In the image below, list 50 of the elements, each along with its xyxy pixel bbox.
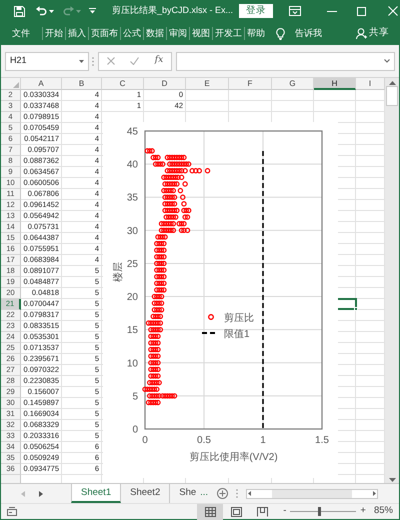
legend-label: 限值1 (224, 329, 250, 340)
tick-label: 30 (126, 226, 138, 237)
name-box[interactable]: H21 (5, 52, 89, 70)
legend-label: 剪压比 (224, 313, 254, 324)
tick-label: 20 (126, 292, 138, 304)
tick-label: 40 (126, 160, 138, 171)
ribbon-tab[interactable]: 审阅 (166, 27, 189, 40)
zoom-out-button[interactable]: - (283, 504, 286, 519)
column-header[interactable]: F (229, 78, 272, 90)
ribbon-tab[interactable]: 帮助 (244, 27, 267, 40)
cell-reference: H21 (10, 54, 27, 68)
column-header[interactable]: C (102, 78, 144, 90)
ribbon-tab[interactable]: 视图 (189, 27, 212, 40)
ribbon-tab[interactable]: 开始 (42, 27, 65, 40)
tick-label: 0.5 (197, 435, 211, 446)
tick-label: 0 (132, 424, 138, 436)
zoom-level[interactable]: 85% (374, 504, 393, 519)
column-header[interactable]: G (272, 78, 314, 90)
tick-label: 1.5 (315, 435, 329, 446)
column-header[interactable]: E (186, 78, 229, 90)
tick-label: 15 (126, 325, 138, 336)
window-title: 剪压比结果_byCJD.xlsx - Ex... (112, 4, 234, 18)
zoom-in-button[interactable]: + (360, 504, 366, 519)
ribbon-tab[interactable]: 数据 (143, 27, 166, 40)
tick-label: 25 (126, 258, 138, 270)
axis-title: 楼层 (113, 262, 124, 282)
ribbon-tab[interactable]: 开发工 (212, 27, 244, 40)
axis-title: 剪压比使用率(V/V2) (189, 452, 278, 463)
column-header[interactable]: D (144, 78, 186, 90)
column-header[interactable]: A (21, 78, 62, 90)
column-header[interactable]: H (314, 78, 356, 90)
ribbon-tab[interactable]: 页面布 (88, 27, 120, 40)
sheet-tab[interactable]: She (170, 484, 196, 503)
sign-in-button[interactable]: 登录 (239, 4, 274, 18)
ribbon-tab[interactable]: 公式 (120, 27, 143, 40)
ribbon-tab[interactable]: 插入 (65, 27, 88, 40)
tell-me-link[interactable]: 告诉我 (293, 27, 324, 40)
tick-label: 0 (142, 435, 148, 446)
more-sheets-button[interactable]: ... (200, 486, 208, 501)
sheet-tab[interactable]: Sheet1 (71, 484, 122, 503)
tick-label: 1 (260, 435, 266, 446)
column-header[interactable]: B (62, 78, 102, 90)
insert-function-button[interactable]: fx (154, 54, 164, 68)
tick-label: 5 (132, 391, 138, 402)
tick-label: 35 (126, 192, 138, 204)
share-button[interactable]: 共享 (369, 26, 389, 41)
tick-label: 10 (126, 358, 138, 370)
tick-label: 45 (126, 126, 138, 138)
column-header[interactable]: I (356, 78, 385, 90)
ribbon-tab[interactable]: 文件 (10, 27, 32, 40)
